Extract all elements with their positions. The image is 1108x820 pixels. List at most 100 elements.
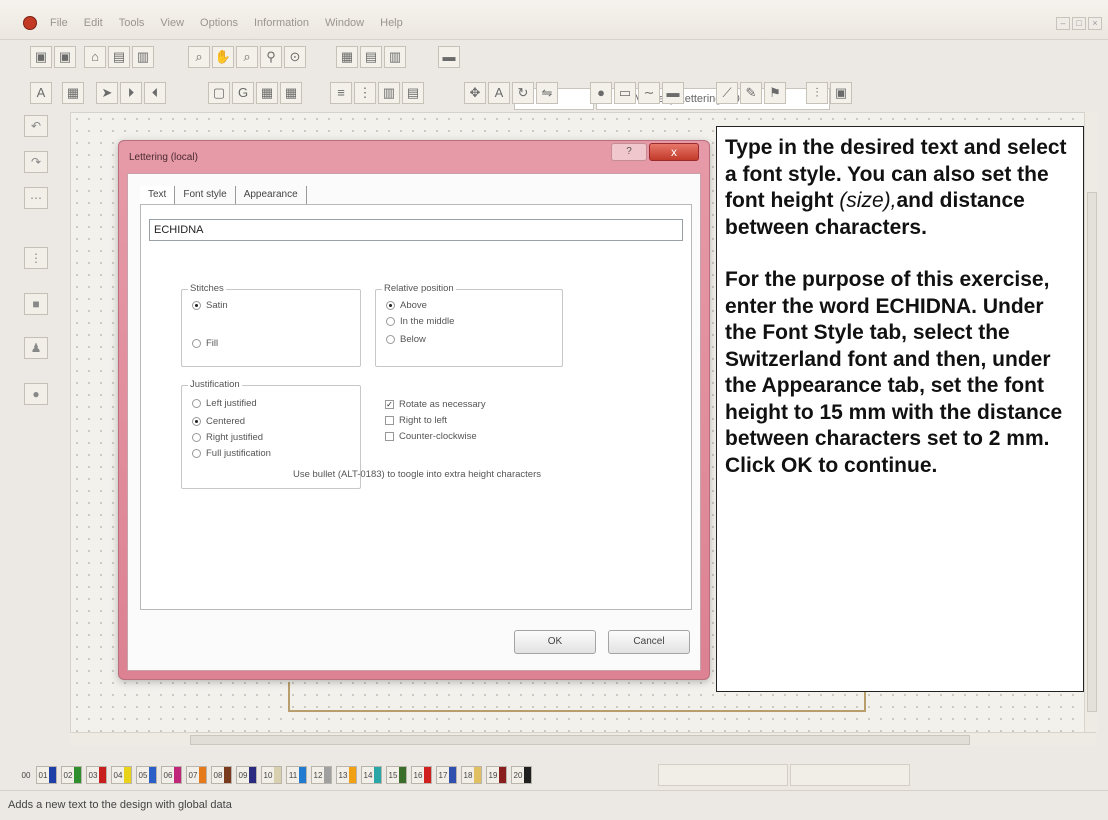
menu-window[interactable]: Window <box>317 17 372 29</box>
palette-swatch-14[interactable]: 14 <box>361 766 382 784</box>
frame-g-icon[interactable]: G <box>232 82 254 104</box>
text-tool-icon[interactable]: A <box>30 82 52 104</box>
print-icon[interactable]: ▥ <box>132 46 154 68</box>
horizontal-scroll-thumb[interactable] <box>190 735 970 745</box>
menu-tools[interactable]: Tools <box>111 17 153 29</box>
minimize-icon[interactable]: – <box>1056 17 1070 30</box>
palette-swatch-03[interactable]: 03 <box>86 766 107 784</box>
palette-swatch-00[interactable]: 00 <box>20 766 32 784</box>
cancel-button[interactable]: Cancel <box>608 630 690 654</box>
menu-information[interactable]: Information <box>246 17 317 29</box>
save-icon[interactable]: ▤ <box>108 46 130 68</box>
hoop-icon[interactable]: ▬ <box>438 46 460 68</box>
line-icon[interactable]: ∼ <box>638 82 660 104</box>
color-icon[interactable]: ● <box>590 82 612 104</box>
radio-above[interactable]: Above <box>386 300 427 311</box>
palette-swatch-07[interactable]: 07 <box>186 766 207 784</box>
redo-icon[interactable]: ↷ <box>24 151 48 173</box>
menu-file[interactable]: File <box>42 17 76 29</box>
move-icon[interactable]: ✥ <box>464 82 486 104</box>
palette-swatch-02[interactable]: 02 <box>61 766 82 784</box>
ungroup-icon[interactable]: ▤ <box>402 82 424 104</box>
palette-swatch-05[interactable]: 05 <box>136 766 157 784</box>
tab-text[interactable]: Text <box>140 186 176 204</box>
new-design-icon[interactable]: ▣ <box>30 46 52 68</box>
radio-satin[interactable]: Satin <box>192 300 228 311</box>
block-icon[interactable]: ■ <box>24 293 48 315</box>
pan-icon[interactable]: ✋ <box>212 46 234 68</box>
grid-icon[interactable]: ▦ <box>336 46 358 68</box>
palette-swatch-04[interactable]: 04 <box>111 766 132 784</box>
stitch-angle-icon[interactable]: ⟋ <box>716 82 738 104</box>
zoom-fit-icon[interactable]: ⊙ <box>284 46 306 68</box>
help-button[interactable]: ? <box>611 143 647 161</box>
maximize-icon[interactable]: □ <box>1072 17 1086 30</box>
zoom-box-icon[interactable]: ⌕ <box>236 46 258 68</box>
horizontal-scrollbar[interactable] <box>70 732 1096 746</box>
palette-swatch-15[interactable]: 15 <box>386 766 407 784</box>
align-icon[interactable]: ≡ <box>330 82 352 104</box>
vertical-scrollbar[interactable] <box>1084 112 1098 732</box>
color-stop-icon[interactable]: ● <box>24 383 48 405</box>
group-icon[interactable]: ▥ <box>378 82 400 104</box>
merge-icon[interactable]: ▣ <box>830 82 852 104</box>
mirror-icon[interactable]: ⇋ <box>536 82 558 104</box>
palette-swatch-06[interactable]: 06 <box>161 766 182 784</box>
palette-swatch-18[interactable]: 18 <box>461 766 482 784</box>
palette-swatch-12[interactable]: 12 <box>311 766 332 784</box>
menu-edit[interactable]: Edit <box>76 17 111 29</box>
view-list-icon[interactable]: ▥ <box>384 46 406 68</box>
tab-font-style[interactable]: Font style <box>175 186 236 204</box>
table-alt-icon[interactable]: ▦ <box>280 82 302 104</box>
radio-full-justification[interactable]: Full justification <box>192 448 271 459</box>
dotted-grid-icon[interactable]: ⋯ <box>24 187 48 209</box>
checkbox-rotate-as-necessary[interactable]: ✓ Rotate as necessary <box>385 399 486 410</box>
radio-in-the-middle[interactable]: In the middle <box>386 316 454 327</box>
stitch-tool-icon[interactable]: ▦ <box>62 82 84 104</box>
palette-swatch-20[interactable]: 20 <box>511 766 532 784</box>
palette-swatch-11[interactable]: 11 <box>286 766 307 784</box>
table-icon[interactable]: ▦ <box>256 82 278 104</box>
open-icon[interactable]: ⌂ <box>84 46 106 68</box>
distribute-icon[interactable]: ⋮ <box>354 82 376 104</box>
edit-points-icon[interactable]: ✎ <box>740 82 762 104</box>
stitch-pattern-icon[interactable]: ⋮ <box>24 247 48 269</box>
close-icon[interactable]: × <box>1088 17 1102 30</box>
palette-swatch-08[interactable]: 08 <box>211 766 232 784</box>
tab-appearance[interactable]: Appearance <box>236 186 307 204</box>
needle-icon[interactable]: ♟ <box>24 337 48 359</box>
palette-swatch-10[interactable]: 10 <box>261 766 282 784</box>
pin-icon[interactable]: ⚑ <box>764 82 786 104</box>
zoom-icon[interactable]: ⌕ <box>188 46 210 68</box>
radio-fill[interactable]: Fill <box>192 338 218 349</box>
palette-swatch-19[interactable]: 19 <box>486 766 507 784</box>
palette-swatch-16[interactable]: 16 <box>411 766 432 784</box>
radio-below[interactable]: Below <box>386 334 426 345</box>
palette-swatch-17[interactable]: 17 <box>436 766 457 784</box>
close-button[interactable]: x <box>649 143 699 161</box>
outline-icon[interactable]: ▭ <box>614 82 636 104</box>
select-arrow-icon[interactable]: ➤ <box>96 82 118 104</box>
checkbox-counter-clockwise[interactable]: Counter-clockwise <box>385 431 477 442</box>
checkbox-right-to-left[interactable]: Right to left <box>385 415 447 426</box>
view-columns-icon[interactable]: ▤ <box>360 46 382 68</box>
new-from-template-icon[interactable]: ▣ <box>54 46 76 68</box>
palette-swatch-09[interactable]: 09 <box>236 766 257 784</box>
palette-swatch-13[interactable]: 13 <box>336 766 357 784</box>
rotate-icon[interactable]: ↻ <box>512 82 534 104</box>
ok-button[interactable]: OK <box>514 630 596 654</box>
split-icon[interactable]: ⫶ <box>806 82 828 104</box>
radio-right-justified[interactable]: Right justified <box>192 432 263 443</box>
lettering-text-input[interactable]: ECHIDNA <box>149 219 683 241</box>
play-to-icon[interactable]: ⏵ <box>120 82 142 104</box>
fill-icon[interactable]: ▬ <box>662 82 684 104</box>
radio-left-justified[interactable]: Left justified <box>192 398 257 409</box>
text-box-icon[interactable]: A <box>488 82 510 104</box>
vertical-scroll-thumb[interactable] <box>1087 192 1097 712</box>
binoculars-icon[interactable]: ⚲ <box>260 46 282 68</box>
palette-swatch-01[interactable]: 01 <box>36 766 57 784</box>
undo-icon[interactable]: ↶ <box>24 115 48 137</box>
radio-centered[interactable]: Centered <box>192 416 245 427</box>
menu-view[interactable]: View <box>152 17 192 29</box>
play-back-icon[interactable]: ⏴ <box>144 82 166 104</box>
